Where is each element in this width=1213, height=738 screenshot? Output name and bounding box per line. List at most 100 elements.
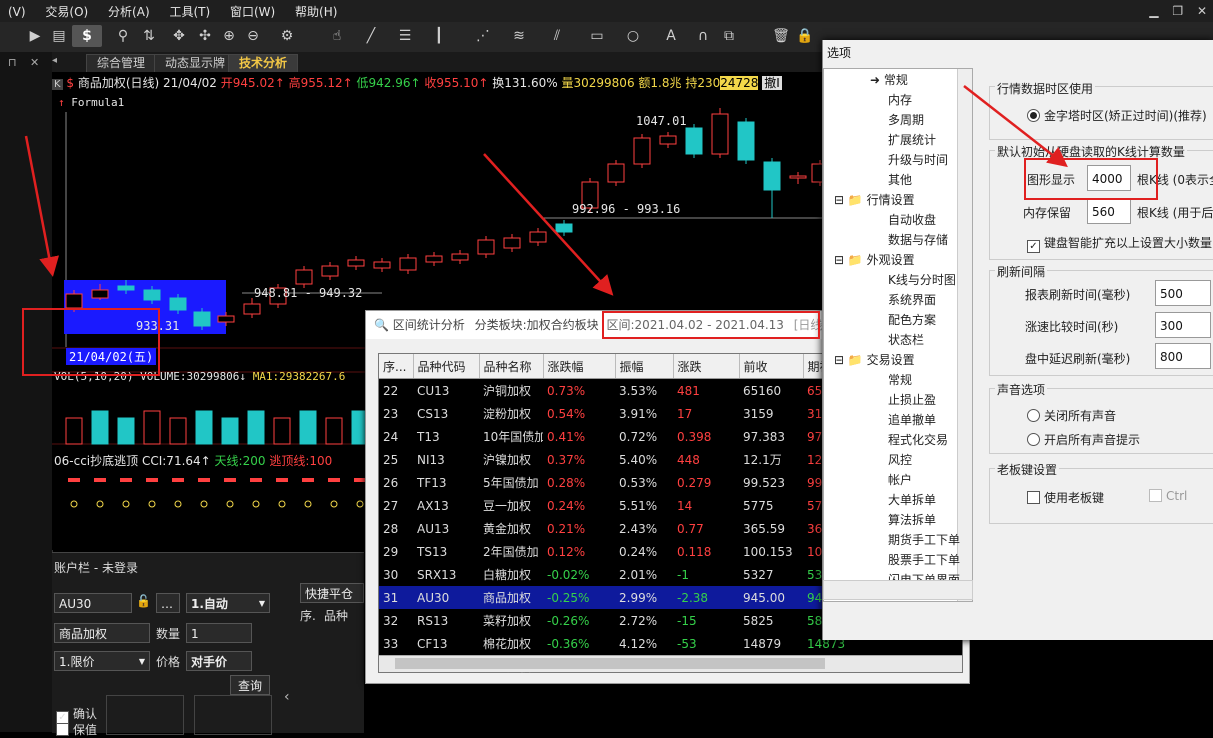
tab-overview[interactable]: 综合管理 — [86, 54, 157, 72]
vlines-tool-icon[interactable]: ┃ — [428, 25, 450, 47]
parallel-tool-icon[interactable]: ⫽ — [546, 25, 568, 47]
column-header[interactable]: 振幅 — [615, 354, 674, 379]
lock-open-icon[interactable]: 🔓 — [136, 594, 151, 608]
line-tool-icon[interactable]: ╱ — [360, 25, 382, 47]
sound-on-radio[interactable]: 开启所有声音提示 — [1027, 431, 1140, 448]
tree-item[interactable]: 止损止盈 — [888, 391, 936, 408]
column-header[interactable]: 前收 — [739, 354, 804, 379]
restore-icon[interactable]: ❐ — [1172, 4, 1183, 18]
tree-item[interactable]: 状态栏 — [888, 331, 924, 348]
column-header[interactable]: 品种名称 — [479, 354, 544, 379]
zoom-out-icon[interactable]: ⊖ — [242, 25, 264, 47]
tree-item[interactable]: 内存 — [888, 91, 912, 108]
tree-scrollbar[interactable] — [957, 69, 972, 601]
tree-item[interactable]: 系统界面 — [888, 291, 936, 308]
delete-icon[interactable]: 🗑 — [770, 25, 792, 47]
boss-key-checkbox[interactable]: 使用老板键 — [1027, 489, 1104, 506]
price-type-select[interactable]: 1.限价 ▼ — [54, 651, 150, 671]
tree-item[interactable]: 其他 — [888, 171, 912, 188]
document-icon[interactable]: ▤ — [48, 25, 70, 47]
tree-item[interactable]: 常规 — [888, 371, 912, 388]
tree-item[interactable]: 多周期 — [888, 111, 924, 128]
menu-view[interactable]: (V) — [0, 2, 34, 19]
fan-tool-icon[interactable]: ⋰ — [472, 25, 494, 47]
order-mode-select[interactable]: 1.自动 ▼ — [186, 593, 270, 613]
menu-analysis[interactable]: 分析(A) — [100, 0, 158, 20]
tree-item[interactable]: 帐户 — [888, 471, 912, 488]
copy-icon[interactable]: ⧉ — [718, 25, 740, 47]
tree-item[interactable]: 风控 — [888, 451, 912, 468]
tree-item[interactable]: 自动收盘 — [888, 211, 936, 228]
menu-help[interactable]: 帮助(H) — [287, 0, 345, 20]
menu-tools[interactable]: 工具(T) — [161, 0, 218, 20]
text-tool-icon[interactable]: A — [660, 25, 682, 47]
tree-item[interactable]: 扩展统计 — [888, 131, 936, 148]
collapse-left-icon[interactable]: ‹ — [284, 689, 290, 705]
contract-code-input[interactable]: AU30 — [54, 593, 132, 613]
sell-panel[interactable] — [194, 695, 272, 735]
horizontal-scrollbar[interactable] — [379, 655, 962, 672]
more-button[interactable]: … — [156, 593, 180, 613]
buy-panel[interactable] — [106, 695, 184, 735]
price-input[interactable]: 对手价 — [186, 651, 252, 671]
magnet-icon[interactable]: ∩ — [692, 25, 714, 47]
close-icon[interactable]: ✕ — [1197, 4, 1207, 18]
lock-icon[interactable]: 🔒 — [794, 25, 816, 47]
keyboard-expand-checkbox[interactable]: ✓ 键盘智能扩充以上设置大小数量 — [1027, 234, 1212, 253]
quick-close-button[interactable]: 快捷平仓 — [300, 583, 364, 603]
scrollbar-thumb[interactable] — [395, 658, 825, 669]
timezone-radio[interactable]: 金字塔时区(矫正过时间)(推荐) — [1027, 107, 1207, 124]
speed-compare-input[interactable]: 300 — [1155, 312, 1211, 338]
filter-icon[interactable]: ⚲ — [112, 25, 134, 47]
tree-item[interactable]: 算法拆单 — [888, 511, 936, 528]
tree-item[interactable]: 配色方案 — [888, 311, 936, 328]
tree-item[interactable]: ⊟ 📁 外观设置 — [834, 251, 915, 268]
tree-item[interactable]: 追单撤单 — [888, 411, 936, 428]
tree-item[interactable]: ➜ 常规 — [870, 71, 908, 88]
extra-badge[interactable]: 撤Ⅰ — [762, 76, 782, 90]
menu-trade[interactable]: 交易(O) — [37, 0, 96, 20]
tree-item[interactable]: 股票手工下单 — [888, 551, 960, 568]
tree-item[interactable]: ⊟ 📁 行情设置 — [834, 191, 915, 208]
sort-icon[interactable]: ⇅ — [138, 25, 160, 47]
hedge-checkbox[interactable]: 保值 — [56, 721, 97, 738]
column-header[interactable]: 序... — [379, 354, 414, 379]
play-icon[interactable]: ▶ — [24, 25, 46, 47]
boss-ctrl-checkbox[interactable]: Ctrl — [1149, 489, 1187, 503]
channel-tool-icon[interactable]: ≋ — [508, 25, 530, 47]
gear-icon[interactable]: ⚙ — [276, 25, 298, 47]
tab-dynamic-board[interactable]: 动态显示牌 — [154, 54, 237, 72]
sound-off-radio[interactable]: 关闭所有声音 — [1027, 407, 1116, 424]
tree-item[interactable]: 程式化交易 — [888, 431, 948, 448]
query-button[interactable]: 查询 — [230, 675, 270, 695]
tree-item[interactable]: ⊟ 📁 交易设置 — [834, 351, 915, 368]
dollar-button[interactable]: $ — [72, 25, 102, 47]
column-header[interactable]: 品种代码 — [413, 354, 480, 379]
close-panel-icon[interactable]: ✕ — [30, 56, 39, 69]
tree-hscrollbar[interactable] — [823, 580, 973, 600]
report-refresh-input[interactable]: 500 — [1155, 280, 1211, 306]
tree-item[interactable]: 期货手工下单 — [888, 531, 960, 548]
k-badge[interactable]: K — [52, 79, 63, 90]
crosshair-icon[interactable]: ✣ — [194, 25, 216, 47]
fib-tool-icon[interactable]: ☰ — [394, 25, 416, 47]
column-header[interactable]: 涨跌 — [673, 354, 740, 379]
tree-item[interactable]: 大单拆单 — [888, 491, 936, 508]
tree-item[interactable]: K线与分时图 — [888, 271, 956, 288]
tree-item[interactable]: 升级与时间 — [888, 151, 948, 168]
rect-tool-icon[interactable]: ▭ — [586, 25, 608, 47]
zoom-in-icon[interactable]: ⊕ — [218, 25, 240, 47]
tab-technical-analysis[interactable]: 技术分析 — [228, 54, 299, 72]
memory-keep-input[interactable]: 560 — [1087, 198, 1131, 224]
pin-icon[interactable]: ⊓ — [8, 56, 17, 69]
tree-item[interactable]: 数据与存储 — [888, 231, 948, 248]
tab-scroll-left-icon[interactable]: ◂ — [52, 55, 57, 66]
minimize-icon[interactable]: ▁ — [1149, 4, 1158, 18]
circle-tool-icon[interactable]: ○ — [622, 25, 644, 47]
quantity-stepper[interactable]: 1 — [186, 623, 252, 643]
move-icon[interactable]: ✥ — [168, 25, 190, 47]
delay-refresh-input[interactable]: 800 — [1155, 343, 1211, 369]
column-header[interactable]: 涨跌幅 — [543, 354, 616, 379]
options-tree[interactable]: ➜ 常规内存多周期扩展统计升级与时间其他 ⊟ 📁 行情设置自动收盘数据与存储 ⊟ 📁… — [823, 68, 973, 602]
menu-window[interactable]: 窗口(W) — [222, 0, 283, 20]
